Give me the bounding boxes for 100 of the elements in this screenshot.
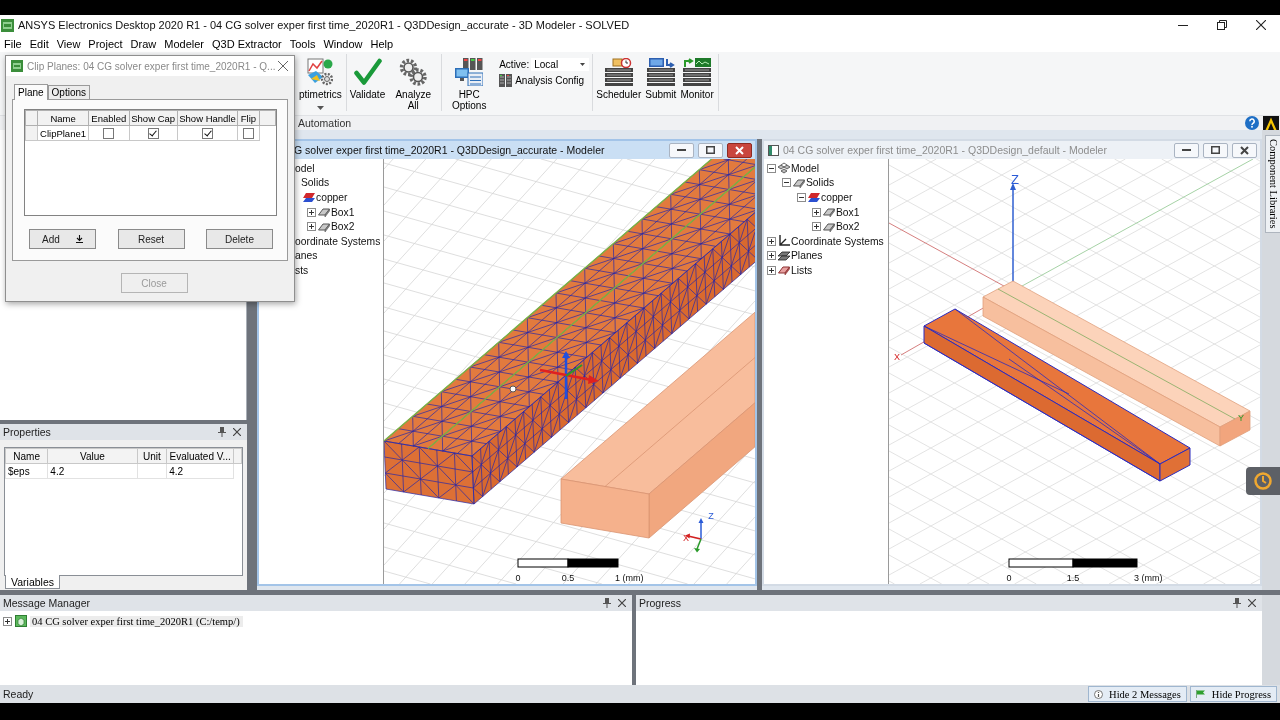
expand-toggle[interactable] bbox=[767, 163, 776, 173]
tree-item[interactable]: Model bbox=[791, 162, 820, 174]
expand-toggle[interactable] bbox=[307, 207, 316, 217]
restore-button[interactable] bbox=[698, 142, 723, 158]
minimize-button[interactable] bbox=[669, 142, 694, 158]
close-icon bbox=[1255, 20, 1266, 30]
slab-icon bbox=[318, 220, 330, 233]
menu-item[interactable]: Modeler bbox=[160, 35, 209, 52]
cursor-icon bbox=[509, 385, 517, 393]
submit-button[interactable]: Submit bbox=[644, 58, 678, 101]
menu-item[interactable]: View bbox=[52, 35, 85, 52]
checkbox[interactable] bbox=[103, 128, 115, 139]
analysis-config-button[interactable]: Analysis Config bbox=[499, 74, 590, 87]
minimize-icon bbox=[677, 149, 686, 151]
tab[interactable]: Variables bbox=[5, 575, 60, 589]
close-button[interactable] bbox=[727, 142, 752, 158]
expand-toggle[interactable] bbox=[767, 251, 776, 261]
menu-item[interactable]: Project bbox=[84, 35, 127, 52]
chart-gears-icon bbox=[307, 58, 334, 86]
help-icon[interactable] bbox=[1245, 116, 1259, 130]
tree-item[interactable]: Solids bbox=[806, 177, 835, 189]
expand-toggle[interactable] bbox=[3, 616, 12, 626]
axis-label: Z bbox=[708, 511, 714, 521]
tree-item[interactable]: sts bbox=[295, 264, 309, 276]
hpc-options-button[interactable]: HPC Options bbox=[444, 58, 495, 111]
tree-item[interactable]: Box2 bbox=[331, 221, 355, 233]
tree-item[interactable]: Planes bbox=[791, 250, 823, 262]
tab[interactable]: Component Libraries bbox=[1265, 135, 1280, 233]
validate-button[interactable]: Validate bbox=[348, 58, 387, 101]
scale-label: 1.5 bbox=[1066, 573, 1080, 583]
server-arrow-icon bbox=[646, 58, 675, 86]
checkbox[interactable] bbox=[242, 128, 254, 139]
column-header[interactable]: Enabled bbox=[88, 110, 130, 126]
window-icon bbox=[768, 144, 779, 156]
minimize-button[interactable] bbox=[1174, 142, 1199, 158]
axis-label: Z bbox=[1011, 172, 1019, 187]
reset-button[interactable]: Reset bbox=[117, 229, 185, 249]
column-header[interactable]: Evaluated V... bbox=[166, 448, 234, 464]
tree-item[interactable]: oordinate Systems bbox=[295, 235, 381, 247]
move-handle[interactable] bbox=[539, 351, 599, 399]
group-label: Automation bbox=[298, 117, 352, 129]
tree-item[interactable]: Box2 bbox=[836, 221, 860, 233]
checkbox[interactable] bbox=[202, 128, 213, 139]
column-header[interactable]: Show Handle bbox=[177, 110, 238, 126]
hide-progress-button[interactable]: Hide Progress bbox=[1189, 686, 1277, 702]
menu-item[interactable]: File bbox=[0, 35, 26, 52]
scale-label: 0 bbox=[1006, 573, 1012, 583]
tree-item[interactable]: Box1 bbox=[331, 206, 355, 218]
viewport[interactable]: 0 1.5 3 (mm) Z X Y bbox=[889, 159, 1260, 584]
tree-item[interactable]: Box1 bbox=[836, 206, 860, 218]
expand-toggle[interactable] bbox=[767, 236, 776, 246]
tool-button[interactable] bbox=[1246, 467, 1280, 495]
expand-toggle[interactable] bbox=[812, 222, 821, 232]
slab-icon bbox=[823, 220, 835, 233]
info-icon bbox=[1094, 689, 1104, 699]
corner-header bbox=[25, 110, 38, 126]
column-header[interactable]: Value bbox=[47, 448, 138, 464]
expand-toggle[interactable] bbox=[307, 222, 316, 232]
expand-toggle[interactable] bbox=[767, 265, 776, 275]
tree-item[interactable]: Coordinate Systems bbox=[791, 235, 884, 247]
gears-icon bbox=[399, 58, 428, 86]
menu-item[interactable]: Edit bbox=[25, 35, 53, 52]
message-item[interactable]: 04 CG solver exper first time_2020R1 (C:/temp/) bbox=[30, 615, 243, 627]
tree-item[interactable]: copper bbox=[821, 192, 853, 203]
menu-item[interactable]: Tools bbox=[285, 35, 320, 52]
expand-toggle[interactable] bbox=[782, 178, 791, 188]
menu-item[interactable]: Window bbox=[319, 35, 367, 52]
delete-button[interactable]: Delete bbox=[206, 229, 273, 249]
add-button[interactable]: Add bbox=[29, 229, 96, 249]
menu-item[interactable]: Q3D Extractor bbox=[208, 35, 286, 52]
tree-item[interactable]: copper bbox=[316, 192, 348, 203]
menu-item[interactable]: Draw bbox=[126, 35, 161, 52]
column-header[interactable]: Unit bbox=[137, 448, 167, 464]
expand-toggle[interactable] bbox=[797, 193, 806, 202]
tab[interactable]: Options bbox=[47, 85, 91, 99]
column-header[interactable]: Show Cap bbox=[129, 110, 178, 126]
servers-icon bbox=[499, 74, 513, 87]
tree-item[interactable]: Lists bbox=[791, 264, 813, 276]
monitor-button[interactable]: Monitor bbox=[679, 58, 715, 101]
restore-icon bbox=[1216, 20, 1227, 30]
tab[interactable]: Plane bbox=[14, 84, 48, 100]
tree-item[interactable]: odel bbox=[295, 162, 315, 174]
scheduler-button[interactable]: Scheduler bbox=[595, 58, 643, 101]
tree-item[interactable]: Solids bbox=[301, 177, 330, 189]
checkbox[interactable] bbox=[147, 128, 159, 139]
hide-messages-button[interactable]: Hide 2 Messages bbox=[1088, 686, 1187, 702]
table-cell[interactable]: ClipPlane1 bbox=[37, 125, 89, 141]
tree-item[interactable]: anes bbox=[295, 250, 318, 262]
column-header[interactable]: Name bbox=[37, 110, 89, 126]
table-cell: 4.2 bbox=[166, 463, 234, 479]
column-header[interactable]: Name bbox=[5, 448, 48, 464]
menu-item[interactable]: Help bbox=[366, 35, 398, 52]
close-button[interactable] bbox=[1232, 142, 1257, 158]
column-header[interactable]: Flip bbox=[237, 110, 260, 126]
axes-icon bbox=[778, 235, 790, 248]
optimetrics-button[interactable]: ptimetrics bbox=[298, 58, 343, 110]
restore-button[interactable] bbox=[1203, 142, 1228, 158]
active-dropdown[interactable]: Local bbox=[531, 58, 590, 71]
analyze-all-button[interactable]: Analyze All bbox=[388, 58, 439, 111]
expand-toggle[interactable] bbox=[812, 207, 821, 217]
